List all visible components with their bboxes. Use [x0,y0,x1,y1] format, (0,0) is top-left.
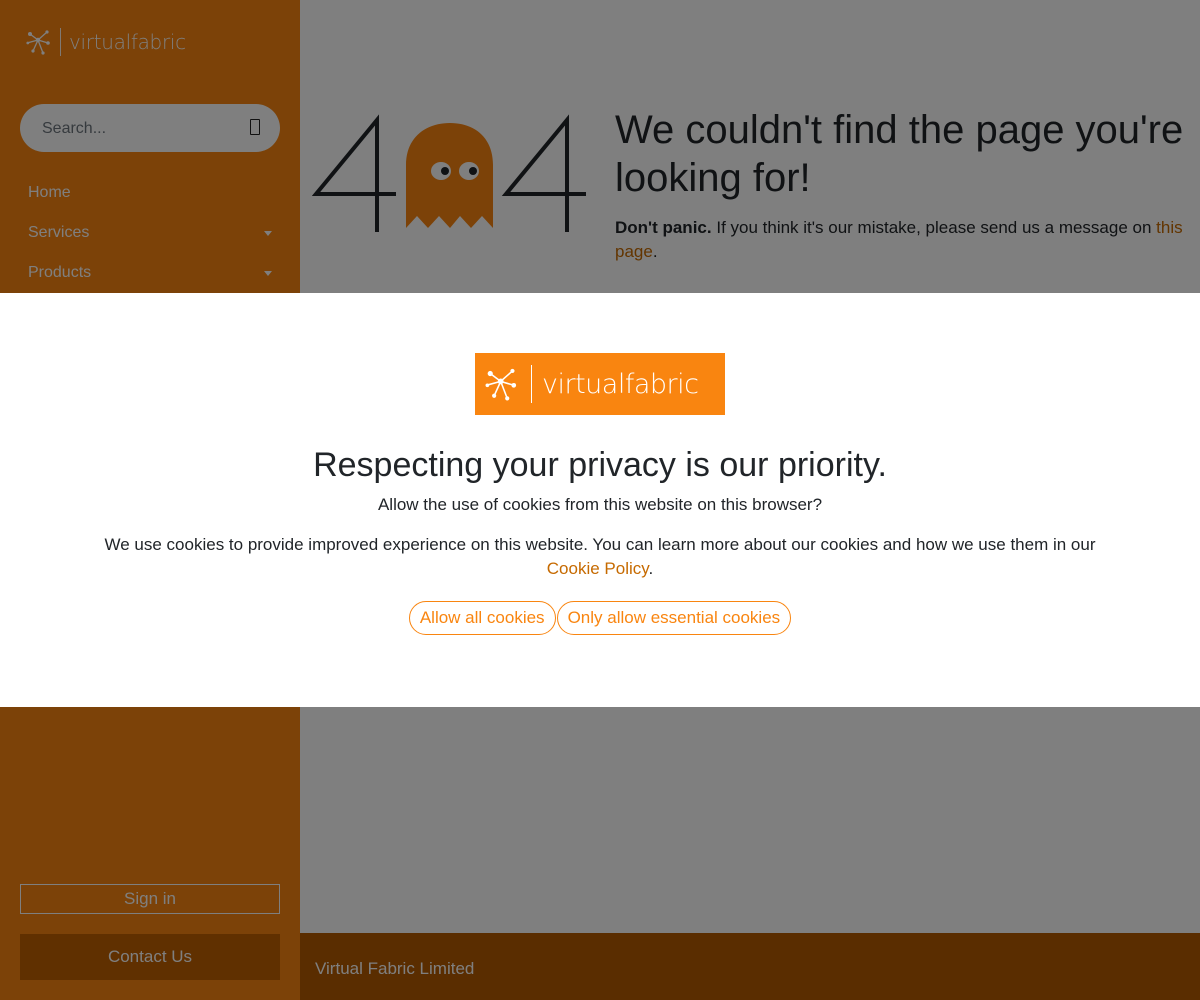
cookie-modal-question: Allow the use of cookies from this websi… [377,495,823,514]
cookie-button-row: Allow all cookies Only allow essential co… [0,601,1200,635]
cookie-modal-title: Respecting your privacy is our priority. [313,446,887,484]
modal-brand-logo: virtualfabric [475,353,725,415]
essential-cookies-button[interactable]: Only allow essential cookies [556,601,792,635]
network-logo-icon [485,368,517,401]
cookie-body-text: We use cookies to provide improved exper… [104,535,1096,554]
cookie-policy-link[interactable]: Cookie Policy [547,559,649,578]
brand-name: virtualfabric [542,368,699,400]
cookie-body-end: . [648,559,654,578]
cookie-modal-body: We use cookies to provide improved exper… [80,533,1120,581]
allow-all-cookies-button[interactable]: Allow all cookies [408,601,556,635]
logo-divider [531,365,532,403]
cookie-consent-modal: virtualfabric Respecting your privacy is… [0,293,1200,707]
